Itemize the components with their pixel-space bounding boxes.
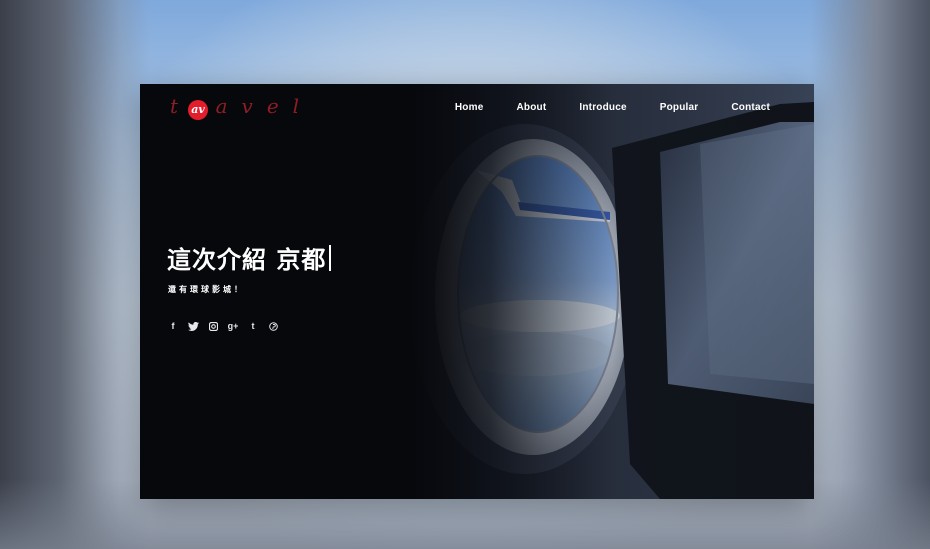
nav-about[interactable]: About [516,102,546,113]
hero-subline: 還有環球影城！ [168,285,245,294]
instagram-icon[interactable] [206,319,220,333]
google-plus-icon[interactable]: g+ [226,319,240,333]
nav-home[interactable]: Home [455,102,484,113]
twitter-icon[interactable] [186,319,200,333]
background-window-frame-left [0,0,150,549]
travel-logo[interactable]: travel av [168,94,299,124]
facebook-icon[interactable]: f [166,319,180,333]
social-links: f g+ t [166,319,286,333]
nav-introduce[interactable]: Introduce [579,102,626,113]
background-window-frame-right [810,0,930,549]
tumblr-icon[interactable]: t [246,319,260,333]
hero-headline: 這次介紹 京都 [167,240,332,275]
logo-mark: av [188,100,208,120]
pinterest-icon[interactable] [266,319,280,333]
nav-popular[interactable]: Popular [660,102,699,113]
typing-cursor [329,244,332,271]
hero-section: travel av Home About Introduce Popular C… [140,84,814,499]
main-nav: Home About Introduce Popular Contact [422,102,770,113]
hero-headline-text: 這次介紹 京都 [167,246,327,274]
nav-contact[interactable]: Contact [731,102,770,113]
